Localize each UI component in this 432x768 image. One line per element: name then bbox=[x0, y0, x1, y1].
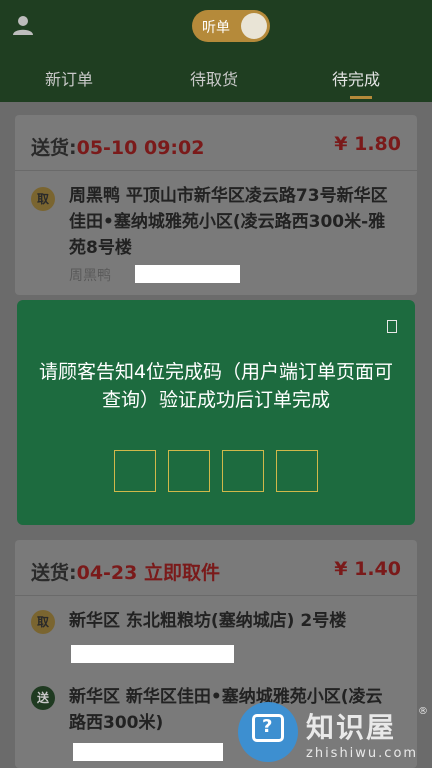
delivery-prefix: 送货: bbox=[31, 137, 77, 159]
watermark-en: zhishiwu.com bbox=[306, 746, 419, 761]
code-digit-2[interactable] bbox=[168, 450, 210, 492]
watermark-cn: 知识屋 bbox=[306, 711, 397, 744]
pickup-badge: 取 bbox=[31, 187, 55, 211]
pickup-address: 新华区 东北粗粮坊(塞纳城店) 2号楼 bbox=[69, 611, 347, 631]
divider bbox=[15, 170, 417, 171]
tab-awaiting-pickup[interactable]: 待取货 bbox=[190, 66, 238, 90]
watermark-reg: ® bbox=[418, 706, 428, 717]
order-price: ¥ 1.80 bbox=[334, 133, 401, 155]
user-icon[interactable] bbox=[12, 14, 34, 36]
close-icon[interactable] bbox=[387, 320, 397, 333]
active-tab-indicator bbox=[350, 96, 372, 99]
pickup-badge: 取 bbox=[31, 610, 55, 634]
tab-new-orders[interactable]: 新订单 bbox=[45, 66, 93, 90]
toggle-knob bbox=[241, 13, 267, 39]
divider bbox=[15, 595, 417, 596]
code-digit-3[interactable] bbox=[222, 450, 264, 492]
help-icon: ? bbox=[238, 702, 298, 762]
question-mark: ? bbox=[262, 716, 273, 737]
redaction-mask bbox=[73, 743, 223, 761]
delivery-time: 04-23 立即取件 bbox=[76, 562, 220, 584]
delivery-time-row: 送货:04-23 立即取件 bbox=[31, 558, 220, 585]
listen-toggle[interactable]: 听单 bbox=[192, 10, 270, 42]
code-digit-4[interactable] bbox=[276, 450, 318, 492]
app-header: 听单 新订单 待取货 待完成 bbox=[0, 0, 432, 102]
dropoff-badge: 送 bbox=[31, 686, 55, 710]
tab-to-complete[interactable]: 待完成 bbox=[332, 66, 380, 90]
pickup-address: 周黑鸭 平顶山市新华区凌云路73号新华区佳田•塞纳城雅苑小区(凌云路西300米-… bbox=[69, 186, 388, 258]
code-digit-1[interactable] bbox=[114, 450, 156, 492]
site-watermark: ? 知识屋 ® zhishiwu.com bbox=[236, 702, 432, 768]
delivery-prefix: 送货: bbox=[31, 562, 77, 584]
order-price: ¥ 1.40 bbox=[334, 558, 401, 580]
completion-code-dialog: 请顾客告知4位完成码（用户端订单页面可查询）验证成功后订单完成 bbox=[17, 300, 415, 525]
order-card[interactable]: 送货:05-10 09:02 ¥ 1.80 取 周黑鸭 平顶山市新华区凌云路73… bbox=[15, 115, 417, 295]
pickup-sub: 周黑鸭 bbox=[69, 268, 111, 284]
dialog-message: 请顾客告知4位完成码（用户端订单页面可查询）验证成功后订单完成 bbox=[38, 361, 394, 411]
delivery-time: 05-10 09:02 bbox=[76, 137, 205, 159]
redaction-mask bbox=[135, 265, 240, 283]
listen-toggle-label: 听单 bbox=[202, 20, 230, 36]
delivery-time-row: 送货:05-10 09:02 bbox=[31, 133, 204, 160]
redaction-mask bbox=[71, 645, 234, 663]
